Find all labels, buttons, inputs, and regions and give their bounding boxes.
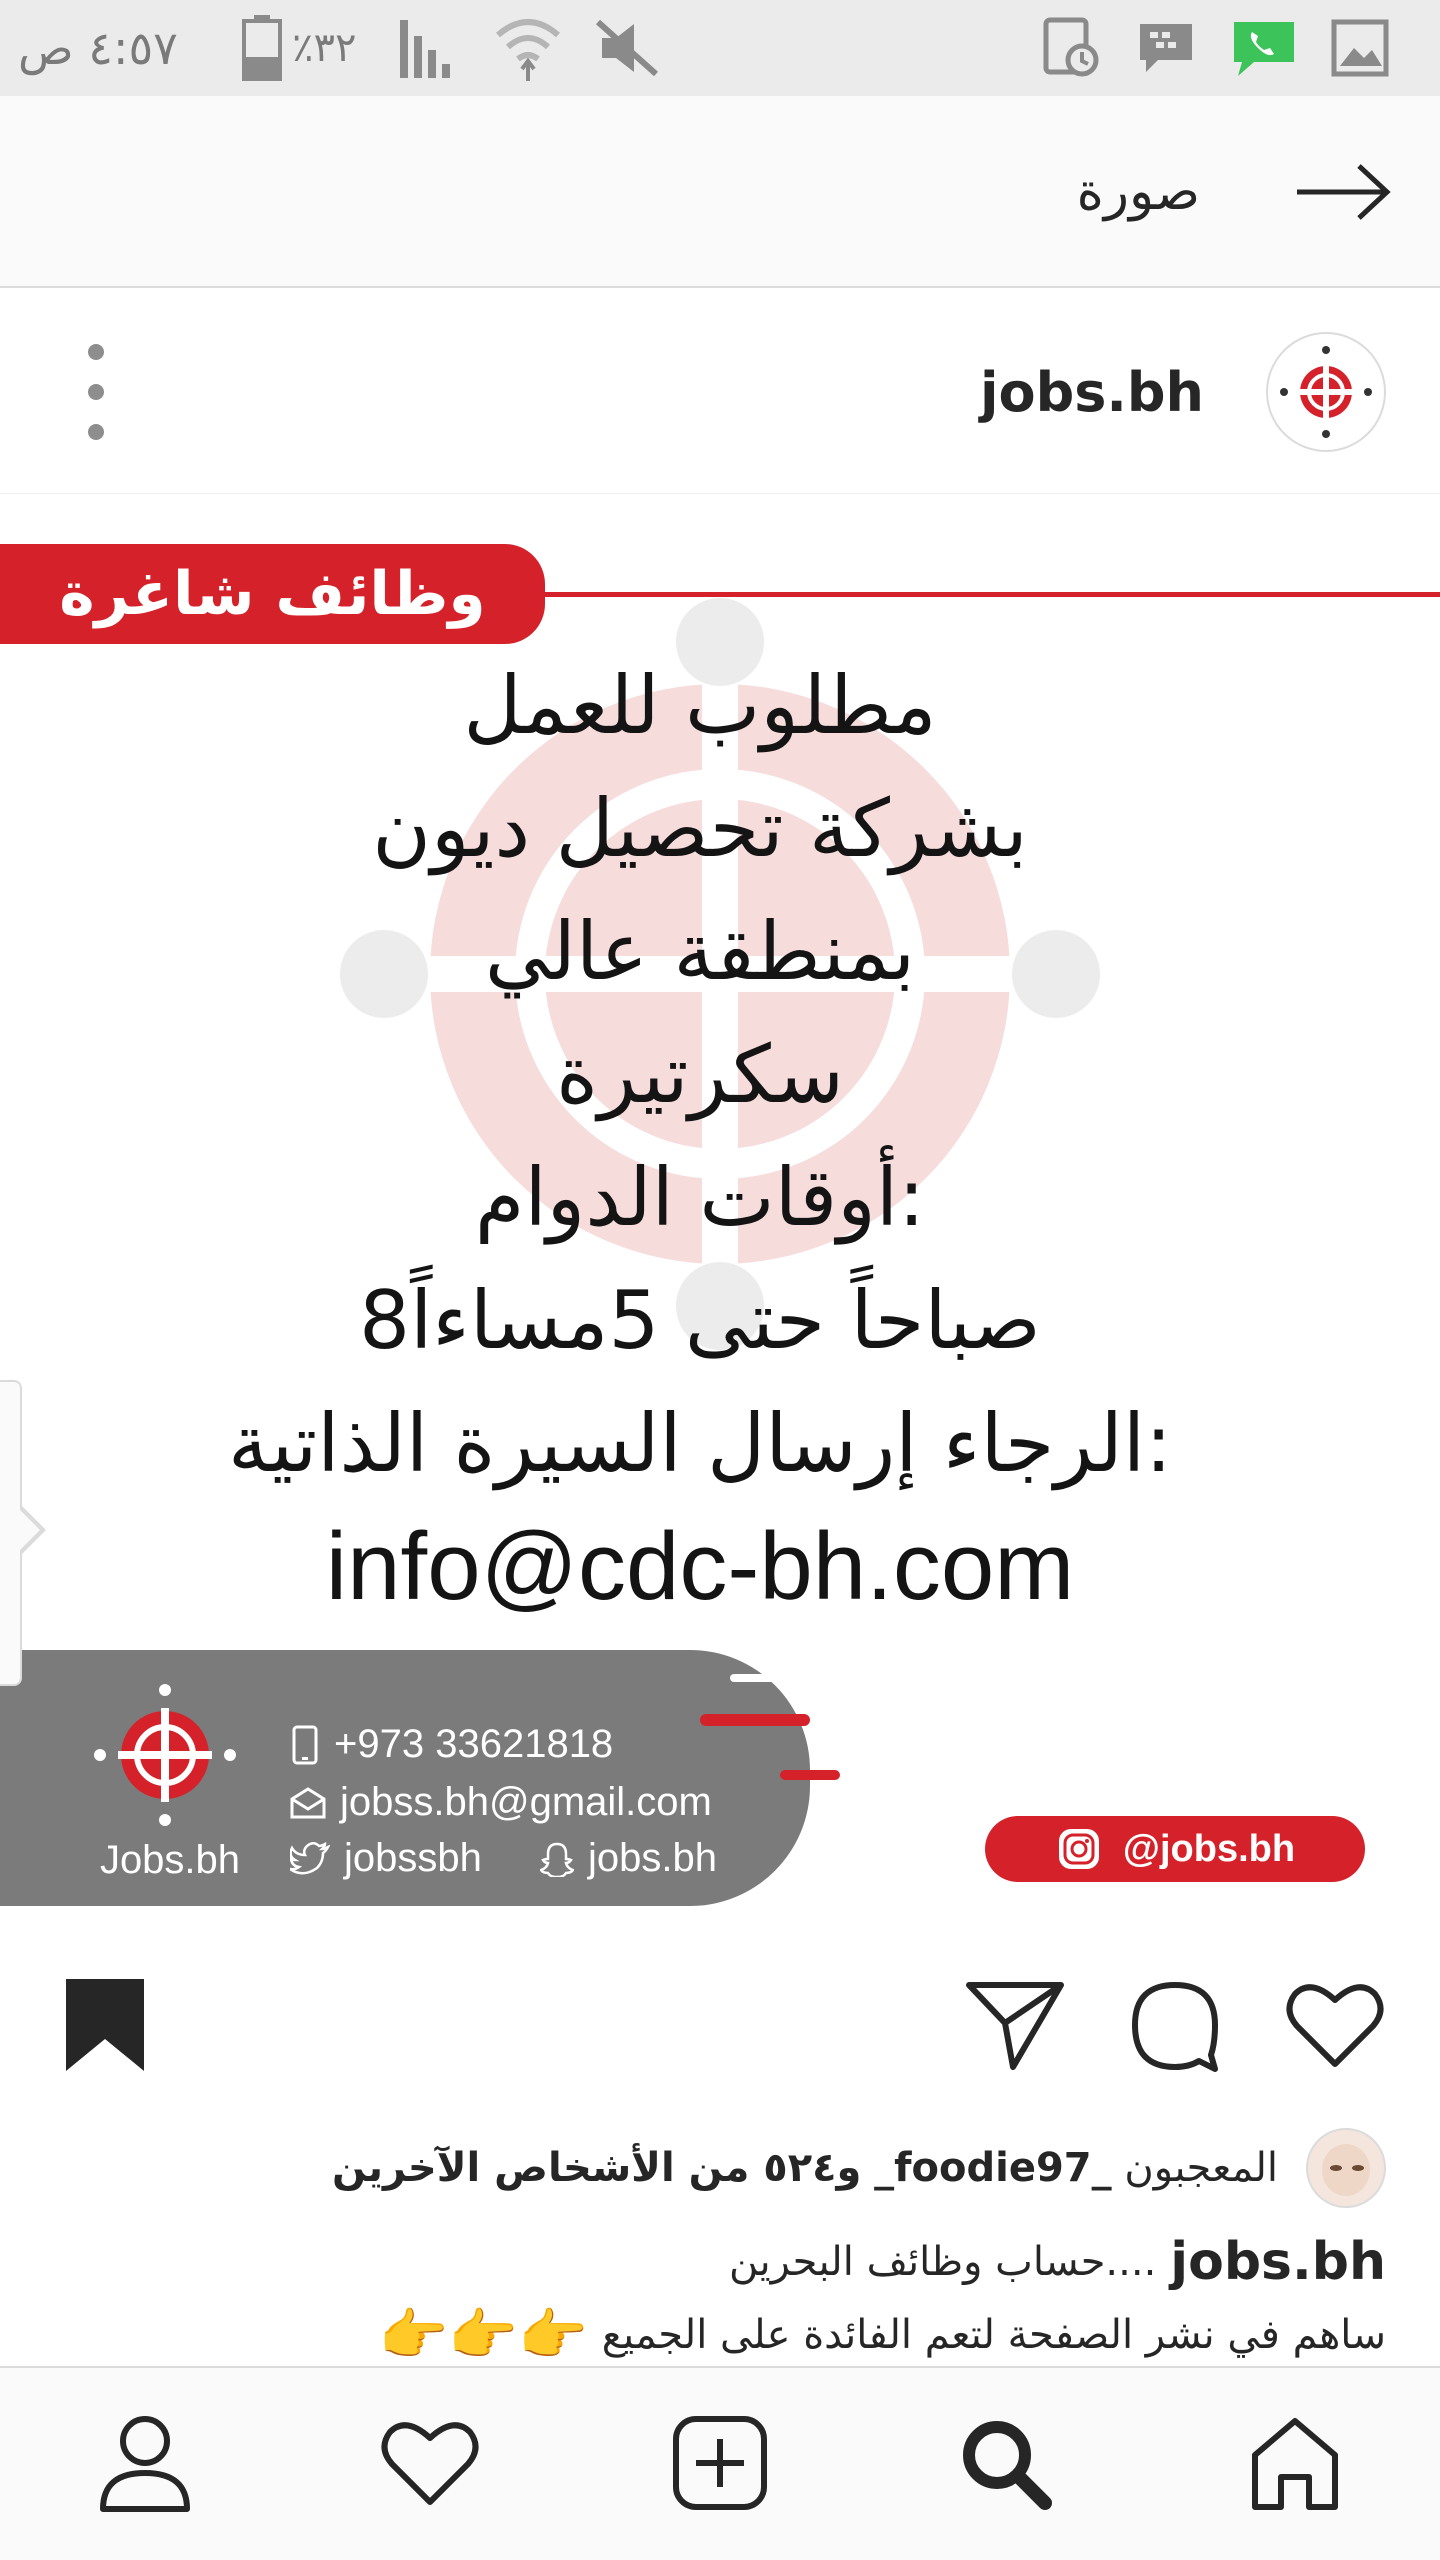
search-icon (963, 2421, 1052, 2510)
ad-line: مطلوب للعمل (463, 659, 937, 752)
phone-icon (1230, 0, 1298, 96)
likes-row: المعجبون _foodie97_ و٥٢٤ من الأشخاص الآخ… (0, 2120, 1440, 2216)
heart-icon (1286, 1984, 1384, 2067)
ad-text: مطلوب للعمل بشركة تحصيل ديون بمنطقة عالي… (0, 644, 1400, 1628)
post-image[interactable]: وظائف شاغرة مطلوب للعمل بشركة تحصيل ديون… (0, 494, 1440, 1934)
ad-line: بشركة تحصيل ديون (372, 782, 1028, 875)
nav-add[interactable] (665, 2408, 775, 2518)
jobs-logo-icon (1280, 346, 1372, 438)
nav-search[interactable] (950, 2408, 1060, 2518)
caption-text: ....حساب وظائف البحرين (729, 2239, 1157, 2285)
comment-button[interactable] (1120, 1970, 1230, 2080)
bbm-icon (1136, 0, 1196, 96)
bottom-nav (0, 2366, 1440, 2560)
signal-icon (398, 0, 464, 96)
contact-email: jobss.bh@gmail.com (290, 1780, 712, 1825)
job-tag: وظائف شاغرة (0, 544, 545, 644)
status-bar: ٤:٥٧ ص ٪٣٢ (0, 0, 1440, 96)
arrow-right-icon (1297, 164, 1391, 220)
snapchat-icon (540, 1842, 574, 1877)
back-button[interactable] (1288, 152, 1398, 232)
comment-icon (1132, 1982, 1218, 2072)
ad-line: أوقات الدوام: (474, 1151, 926, 1244)
add-icon (673, 2416, 767, 2510)
battery-icon (240, 0, 284, 96)
page-title: صورة (1076, 162, 1200, 222)
nav-profile[interactable] (90, 2408, 200, 2518)
mail-icon (290, 1786, 326, 1818)
home-icon (1252, 2418, 1338, 2510)
calendar-icon (1040, 0, 1104, 96)
drawer-arrow-icon[interactable] (18, 1504, 46, 1556)
mobile-icon (292, 1725, 318, 1764)
ad-line: بمنطقة عالي (484, 905, 916, 998)
liker-username[interactable]: _foodie97_ (874, 2145, 1112, 2191)
twitter-icon (290, 1841, 330, 1874)
wifi-icon (494, 0, 562, 96)
ad-line: سكرتيرة (556, 1028, 844, 1121)
like-button[interactable] (1280, 1970, 1390, 2080)
ad-email: info@cdc-bh.com (325, 1513, 1075, 1620)
divider (540, 592, 1440, 597)
contact-card: Jobs.bh +973 33621818 jobss.bh@gmail.com… (0, 1650, 810, 1906)
post-username[interactable]: jobs.bh (980, 290, 1204, 494)
battery-percent: ٪٣٢ (292, 25, 357, 71)
likes-text[interactable]: المعجبون _foodie97_ و٥٢٤ من الأشخاص الآخ… (332, 2145, 1278, 2191)
pointing-hand-icon: 👉👉👉 (378, 2303, 588, 2368)
contact-twitter: jobssbh (290, 1836, 482, 1881)
instagram-icon (1058, 1829, 1099, 1869)
heart-icon (381, 2422, 479, 2505)
status-time: ٤:٥٧ ص (18, 21, 178, 75)
brand-name: Jobs.bh (99, 1838, 241, 1882)
ad-line: 8صباحاً حتى 5مساءاً (359, 1274, 1041, 1367)
caption-text: ساهم في نشر الصفحة لتعم الفائدة على الجم… (601, 2312, 1386, 2358)
bookmark-icon (66, 1979, 144, 2071)
likes-others[interactable]: و٥٢٤ من الأشخاص الآخرين (332, 2145, 861, 2191)
top-bar: صورة (0, 96, 1440, 288)
contact-phone: +973 33621818 (290, 1722, 613, 1767)
avatar[interactable] (1266, 332, 1386, 452)
post-header: jobs.bh (0, 290, 1440, 494)
caption-line: ساهم في نشر الصفحة لتعم الفائدة على الجم… (0, 2300, 1440, 2370)
send-icon (966, 1982, 1064, 2070)
instagram-handle: @jobs.bh (985, 1816, 1365, 1882)
decoration (730, 1674, 790, 1682)
save-button[interactable] (50, 1970, 160, 2080)
gallery-icon (1330, 0, 1390, 96)
muted-icon (594, 0, 660, 96)
caption: jobs.bh ....حساب وظائف البحرين (0, 2224, 1440, 2300)
jobs-logo-icon (94, 1684, 236, 1826)
share-button[interactable] (960, 1970, 1070, 2080)
more-vertical-icon[interactable] (72, 344, 120, 440)
caption-username[interactable]: jobs.bh (1170, 2232, 1386, 2292)
avatar[interactable] (1306, 2128, 1386, 2208)
user-face-icon (1322, 2144, 1370, 2196)
ad-line: الرجاء إرسال السيرة الذاتية: (227, 1397, 1173, 1490)
contact-snapchat: jobs.bh (540, 1836, 717, 1881)
nav-activity[interactable] (375, 2408, 485, 2518)
decoration (700, 1714, 810, 1726)
decoration (780, 1770, 840, 1780)
nav-home[interactable] (1240, 2408, 1350, 2518)
profile-icon (100, 2416, 190, 2512)
